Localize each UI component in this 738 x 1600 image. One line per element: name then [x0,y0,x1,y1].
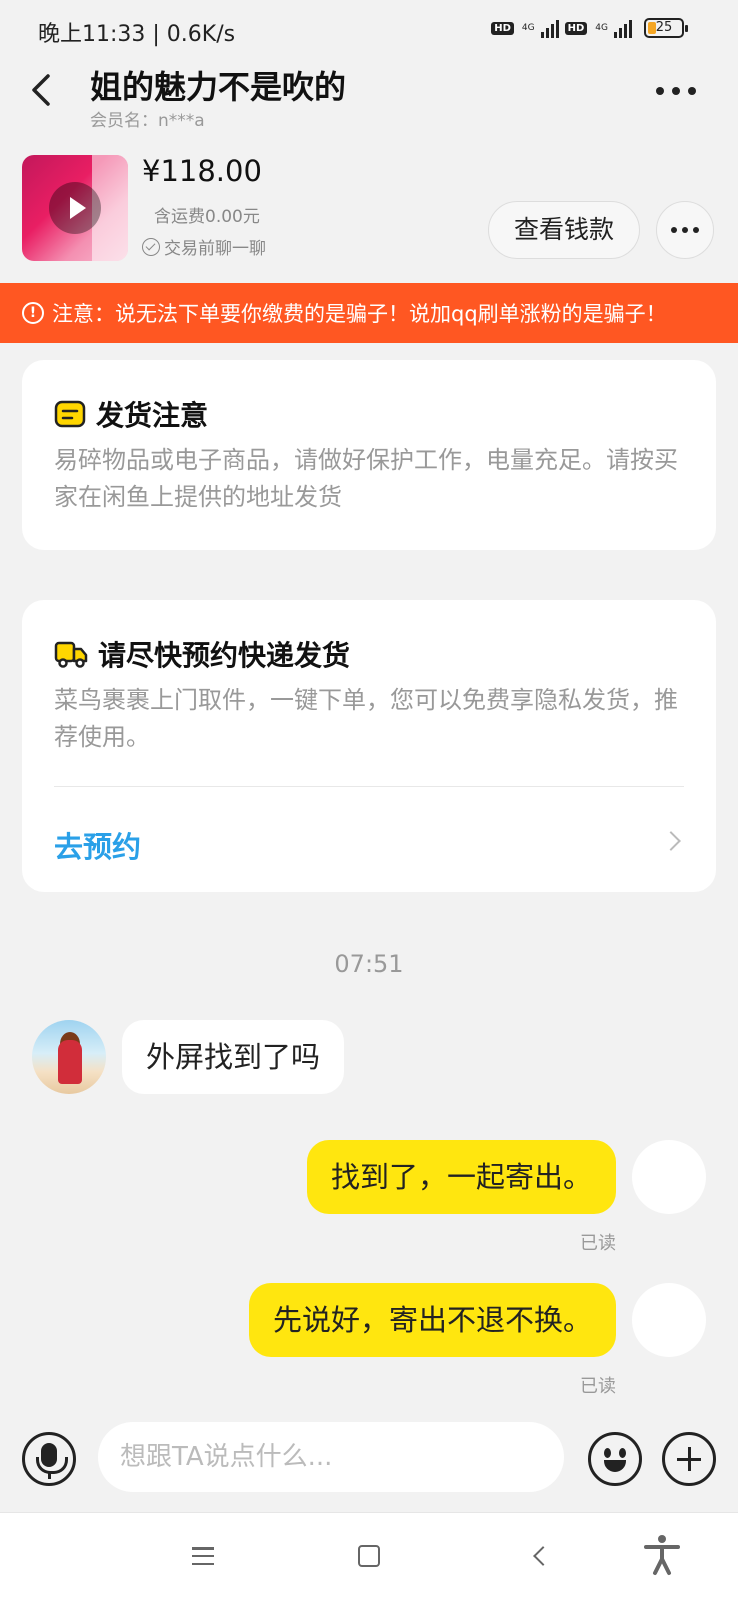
back-button[interactable] [22,68,62,108]
accessibility-icon[interactable] [640,1533,684,1577]
chat-title: 姐的魅力不是吹的 [90,68,347,106]
nav-back-icon[interactable] [533,1546,553,1566]
message-bubble-outgoing[interactable]: 找到了，一起寄出。 [306,1140,616,1214]
shipping-notice-card: 发货注意 易碎物品或电子商品，请做好保护工作，电量充足。请按买家在闲鱼上提供的地… [22,360,716,550]
chat-timestamp: 07:51 [334,950,404,978]
play-icon[interactable] [49,182,101,234]
more-dots-icon[interactable] [656,84,696,98]
warning-banner: ! 注意：说无法下单要你缴费的是骗子！说加qq刷单涨粉的是骗子！ [0,283,738,343]
product-strip: ¥118.00 含运费0.00元 交易前聊一聊 查看钱款 [0,150,738,262]
other-user-avatar[interactable] [32,1020,106,1094]
chat-screen: 晚上11:33 | 0.6K/s HD 4G HD 4G 25 姐的魅力不是吹的 [0,0,738,1600]
battery-level: 25 [655,20,673,35]
message-input[interactable] [98,1422,564,1492]
courier-title-row: 请尽快预约快递发货 [54,634,350,674]
my-avatar[interactable] [632,1140,706,1214]
menu-icon[interactable] [192,1547,214,1565]
read-status: 已读 [580,1233,616,1254]
status-time: 晚上11:33 | 0.6K/s [38,22,236,47]
chevron-right-icon[interactable] [661,831,681,851]
system-nav-bar [0,1512,738,1600]
network-type: 4G [521,23,535,33]
book-courier-link[interactable]: 去预约 [54,824,141,866]
network-type-2: 4G [595,23,608,33]
chat-before-trade: 交易前聊一聊 [142,234,266,259]
shipping-fee: 含运费0.00元 [154,207,260,227]
my-avatar[interactable] [632,1283,706,1357]
chat-header: 姐的魅力不是吹的 会员名：n***a [0,62,738,132]
battery-icon: 25 [644,18,688,38]
signal-icon [540,18,559,38]
product-more-button[interactable] [656,201,714,259]
message-bubble-outgoing[interactable]: 先说好，寄出不退不换。 [248,1283,616,1357]
truck-icon [54,641,88,668]
member-name: 会员名：n***a [90,111,205,131]
plus-icon[interactable] [662,1432,716,1486]
product-price: ¥118.00 [142,154,262,188]
chat-before-trade-label: 交易前聊一聊 [164,239,266,259]
back-arrow-icon [32,74,50,106]
shipping-notice-title-row: 发货注意 [54,394,208,434]
read-status: 已读 [580,1376,616,1397]
product-thumbnail[interactable] [22,155,128,261]
shipping-notice-title: 发货注意 [96,399,209,432]
microphone-icon[interactable] [22,1432,76,1486]
status-bar: 晚上11:33 | 0.6K/s HD 4G HD 4G 25 [0,0,738,62]
emoji-icon[interactable] [588,1432,642,1486]
signal-icon-2 [614,18,632,38]
check-circle-icon [142,237,160,256]
courier-body: 菜鸟裹裹上门取件，一键下单，您可以免费享隐私发货，推荐使用。 [54,686,678,751]
home-icon[interactable] [358,1545,380,1567]
warning-text: 注意：说无法下单要你缴费的是骗子！说加qq刷单涨粉的是骗子！ [52,302,667,326]
notice-icon [54,400,86,428]
warning-icon: ! [22,302,44,324]
view-payment-button[interactable]: 查看钱款 [488,201,640,259]
message-bubble-incoming[interactable]: 外屏找到了吗 [122,1020,345,1094]
status-icons: HD 4G HD 4G 25 [491,18,688,38]
hd-badge-2: HD [564,21,588,35]
courier-divider [54,786,684,787]
hd-badge: HD [491,21,514,35]
courier-booking-card: 请尽快预约快递发货 菜鸟裹裹上门取件，一键下单，您可以免费享隐私发货，推荐使用。… [22,600,716,892]
input-bar [0,1422,738,1512]
shipping-notice-body: 易碎物品或电子商品，请做好保护工作，电量充足。请按买家在闲鱼上提供的地址发货 [54,446,678,511]
courier-title: 请尽快预约快递发货 [98,639,351,672]
